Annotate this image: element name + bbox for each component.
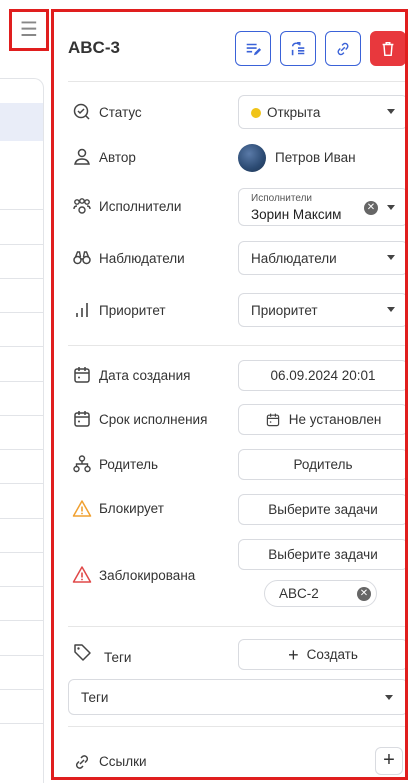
tag-icon [72, 642, 92, 662]
blocks-label: Блокирует [99, 501, 164, 516]
link-icon [72, 752, 92, 772]
divider [68, 626, 405, 627]
parent-value: Родитель [293, 457, 353, 472]
list-divider [0, 655, 43, 656]
calendar-icon [266, 413, 279, 426]
create-tag-label: Создать [306, 647, 358, 662]
chevron-down-icon [387, 205, 395, 210]
task-chip: ABC-2 ✕ [264, 580, 377, 607]
list-divider [0, 244, 43, 245]
calendar-icon [72, 409, 92, 429]
chevron-down-icon [387, 255, 395, 260]
chip-label: ABC-2 [279, 586, 319, 601]
parent-button[interactable]: Родитель [238, 449, 405, 480]
warning-icon [72, 499, 92, 519]
due-date-value: Не установлен [288, 412, 382, 427]
tags-select[interactable]: Теги [68, 679, 405, 715]
due-label: Срок исполнения [99, 412, 208, 427]
bar-chart-icon [72, 300, 92, 320]
warning-icon [72, 565, 92, 585]
divider [68, 81, 405, 82]
plus-icon: + [288, 644, 299, 665]
blocked-by-label: Заблокирована [99, 568, 196, 583]
list-divider [0, 518, 43, 519]
user-icon [72, 147, 92, 167]
list-divider [0, 586, 43, 587]
list-divider [0, 381, 43, 382]
chevron-down-icon [387, 109, 395, 114]
list-divider [0, 689, 43, 690]
parent-label: Родитель [99, 457, 159, 472]
status-label: Статус [99, 105, 142, 120]
tags-placeholder: Теги [81, 690, 109, 705]
priority-label: Приоритет [99, 303, 166, 318]
create-tag-button[interactable]: + Создать [238, 639, 405, 670]
link-icon [337, 42, 349, 55]
watchers-placeholder: Наблюдатели [251, 251, 337, 266]
calendar-icon [72, 365, 92, 385]
add-link-button[interactable]: + [375, 747, 403, 775]
list-divider [0, 723, 43, 724]
divider [68, 726, 405, 727]
assignees-caption: Исполнители [251, 193, 313, 204]
task-title: ABC-3 [68, 38, 120, 57]
author-label: Автор [99, 150, 136, 165]
status-dot [251, 108, 261, 118]
blocked-by-value: Выберите задачи [268, 547, 378, 562]
menu-button[interactable]: ☰ [9, 9, 49, 51]
plus-icon: + [383, 749, 395, 771]
list-divider [0, 209, 43, 210]
assignee-value: Зорин Максим [251, 207, 342, 222]
created-label: Дата создания [99, 368, 191, 383]
edit-list-icon [246, 43, 262, 55]
tags-label: Теги [104, 650, 132, 665]
priority-placeholder: Приоритет [251, 303, 318, 318]
chevron-down-icon [387, 307, 395, 312]
watchers-label: Наблюдатели [99, 251, 185, 266]
due-date-button[interactable]: Не установлен [238, 404, 405, 435]
blocked-by-select-button[interactable]: Выберите задачи [238, 539, 405, 570]
task-detail-panel: ABC-3 Статус Открыта Автор Петров Иван И… [51, 9, 408, 780]
list-divider [0, 278, 43, 279]
divider [68, 345, 405, 346]
status-check-icon [72, 102, 92, 122]
selected-list-row[interactable] [0, 103, 43, 141]
move-task-button[interactable] [280, 31, 316, 66]
hamburger-icon: ☰ [20, 19, 38, 41]
list-divider [0, 552, 43, 553]
chevron-down-icon [385, 695, 393, 700]
hierarchy-icon [72, 454, 92, 474]
avatar [238, 144, 266, 172]
copy-link-button[interactable] [325, 31, 361, 66]
clear-icon[interactable]: ✕ [364, 201, 378, 215]
created-date-value: 06.09.2024 20:01 [270, 368, 376, 383]
status-value: Открыта [267, 105, 321, 120]
assignees-select[interactable]: Исполнители Зорин Максим ✕ [238, 188, 405, 226]
list-divider [0, 483, 43, 484]
delete-button[interactable] [370, 31, 405, 66]
priority-select[interactable]: Приоритет [238, 293, 405, 327]
list-divider [0, 415, 43, 416]
links-label: Ссылки [99, 754, 147, 769]
watchers-select[interactable]: Наблюдатели [238, 241, 405, 275]
created-date-field[interactable]: 06.09.2024 20:01 [238, 360, 405, 391]
list-divider [0, 346, 43, 347]
blocks-select-button[interactable]: Выберите задачи [238, 494, 405, 525]
status-select[interactable]: Открыта [238, 95, 405, 129]
task-list-card [0, 78, 44, 783]
group-icon [72, 196, 92, 216]
list-divider [0, 312, 43, 313]
trash-icon [382, 41, 394, 56]
remove-chip-icon[interactable]: ✕ [357, 587, 371, 601]
edit-button[interactable] [235, 31, 271, 66]
move-task-icon [291, 41, 305, 55]
assignees-label: Исполнители [99, 199, 182, 214]
list-divider [0, 620, 43, 621]
binoculars-icon [72, 248, 92, 268]
author-name: Петров Иван [275, 150, 356, 165]
task-list-strip [0, 78, 44, 783]
blocks-value: Выберите задачи [268, 502, 378, 517]
list-divider [0, 449, 43, 450]
